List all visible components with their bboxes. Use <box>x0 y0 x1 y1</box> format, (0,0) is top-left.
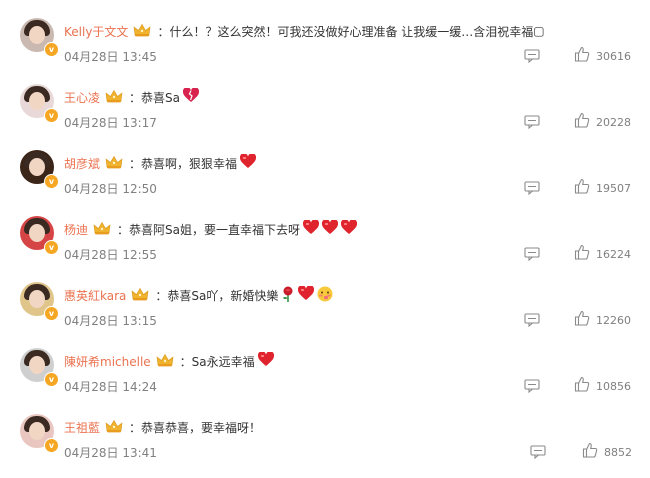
avatar[interactable]: v <box>20 18 59 57</box>
like-button[interactable]: 30616 <box>574 46 631 66</box>
comment-time: 04月28日 13:15 <box>64 314 157 328</box>
like-button[interactable]: 12260 <box>574 310 631 330</box>
verified-badge-icon: v <box>44 174 59 189</box>
comment-time: 04月28日 13:17 <box>64 116 157 130</box>
like-count: 30616 <box>596 49 631 63</box>
comment-time: 04月28日 14:24 <box>64 380 157 394</box>
username-link[interactable]: 王祖藍 <box>64 419 100 436</box>
crown-icon <box>133 23 151 40</box>
heart-emoji <box>257 351 274 370</box>
like-count: 20228 <box>596 115 631 129</box>
heart-emoji <box>239 153 257 172</box>
crown-icon <box>156 353 174 370</box>
verified-badge-icon: v <box>44 372 59 387</box>
comment-item: v 王心凌 ：恭喜Sa 04月28日 13:17 20228 <box>0 84 650 148</box>
crown-icon <box>131 287 149 304</box>
thumbs-up-icon <box>574 244 590 264</box>
crown-icon <box>105 89 123 106</box>
comment-time: 04月28日 13:41 <box>64 446 157 460</box>
comment-text: ：恭喜阿Sa姐，要一直幸福下去呀 <box>117 222 300 237</box>
verified-badge-icon: v <box>44 108 59 123</box>
reply-icon[interactable] <box>524 378 540 394</box>
like-count: 10856 <box>596 379 631 393</box>
username-link[interactable]: 王心凌 <box>64 89 100 106</box>
like-count: 16224 <box>596 247 631 261</box>
username-link[interactable]: 陳妍希michelle <box>64 353 151 370</box>
comment-text: ：恭喜啊，狠狠幸福 <box>129 156 238 171</box>
heart-emoji <box>298 285 315 304</box>
comment-time: 04月28日 13:45 <box>64 50 157 64</box>
crown-icon <box>105 155 123 172</box>
comment-item: v 惠英紅kara ：恭喜Sa吖，新婚快樂 04月28日 13:15 12260 <box>0 282 650 346</box>
thumbs-up-icon <box>574 178 590 198</box>
avatar[interactable]: v <box>20 282 59 321</box>
like-button[interactable]: 8852 <box>582 442 632 462</box>
comment-time: 04月28日 12:55 <box>64 248 157 262</box>
blush-face-emoji <box>317 286 333 305</box>
comment-text: ：Sa永远幸福 <box>179 354 255 369</box>
username-link[interactable]: 惠英紅kara <box>64 287 126 304</box>
comment-text: ：什么！？这么突然！可我还没做好心理准备 让我缓一缓…含泪祝幸福 <box>157 24 534 39</box>
heart-emoji <box>340 219 358 238</box>
heart-emoji <box>321 219 339 238</box>
comment-item: v 胡彦斌 ：恭喜啊，狠狠幸福 04月28日 12:50 19507 <box>0 150 650 214</box>
avatar[interactable]: v <box>20 150 59 189</box>
like-button[interactable]: 19507 <box>574 178 631 198</box>
like-button[interactable]: 20228 <box>574 112 631 132</box>
reply-icon[interactable] <box>530 444 546 460</box>
thumbs-up-icon <box>574 310 590 330</box>
avatar[interactable]: v <box>20 216 59 255</box>
heart-emoji <box>302 219 320 238</box>
comment-item: v 王祖藍 ：恭喜恭喜，要幸福呀！ 04月28日 13:41 8852 <box>0 414 650 478</box>
avatar[interactable]: v <box>20 348 59 387</box>
comment-item: v Kelly于文文 ：什么！？这么突然！可我还没做好心理准备 让我缓一缓…含泪… <box>0 18 650 82</box>
thumbs-up-icon <box>574 376 590 396</box>
verified-badge-icon: v <box>44 42 59 57</box>
like-button[interactable]: 16224 <box>574 244 631 264</box>
crown-icon <box>105 419 123 436</box>
reply-icon[interactable] <box>524 180 540 196</box>
broken-heart-emoji <box>182 87 200 106</box>
like-count: 19507 <box>596 181 631 195</box>
comment-text: ：恭喜Sa吖，新婚快樂 <box>155 288 279 303</box>
thumbs-up-icon <box>574 112 590 132</box>
comment-text: ：恭喜Sa <box>129 90 180 105</box>
username-link[interactable]: Kelly于文文 <box>64 23 128 40</box>
thumbs-up-icon <box>574 46 590 66</box>
reply-icon[interactable] <box>524 312 540 328</box>
verified-badge-icon: v <box>44 438 59 453</box>
like-count: 8852 <box>604 445 632 459</box>
reply-icon[interactable] <box>524 48 540 64</box>
comment-text: ：恭喜恭喜，要幸福呀！ <box>129 420 262 435</box>
reply-icon[interactable] <box>524 246 540 262</box>
avatar[interactable]: v <box>20 84 59 123</box>
verified-badge-icon: v <box>44 240 59 255</box>
like-button[interactable]: 10856 <box>574 376 631 396</box>
thumbs-up-icon <box>582 442 598 462</box>
rose-emoji <box>281 286 295 305</box>
comment-item: v 杨迪 ：恭喜阿Sa姐，要一直幸福下去呀 04月28日 12:55 16224 <box>0 216 650 280</box>
comment-item: v 陳妍希michelle ：Sa永远幸福 04月28日 14:24 10856 <box>0 348 650 412</box>
crown-icon <box>93 221 111 238</box>
verified-badge-icon: v <box>44 306 59 321</box>
comment-time: 04月28日 12:50 <box>64 182 157 196</box>
comment-trail-glyph: ▢ <box>533 24 545 38</box>
username-link[interactable]: 杨迪 <box>64 221 88 238</box>
avatar[interactable]: v <box>20 414 59 453</box>
username-link[interactable]: 胡彦斌 <box>64 155 100 172</box>
like-count: 12260 <box>596 313 631 327</box>
reply-icon[interactable] <box>524 114 540 130</box>
